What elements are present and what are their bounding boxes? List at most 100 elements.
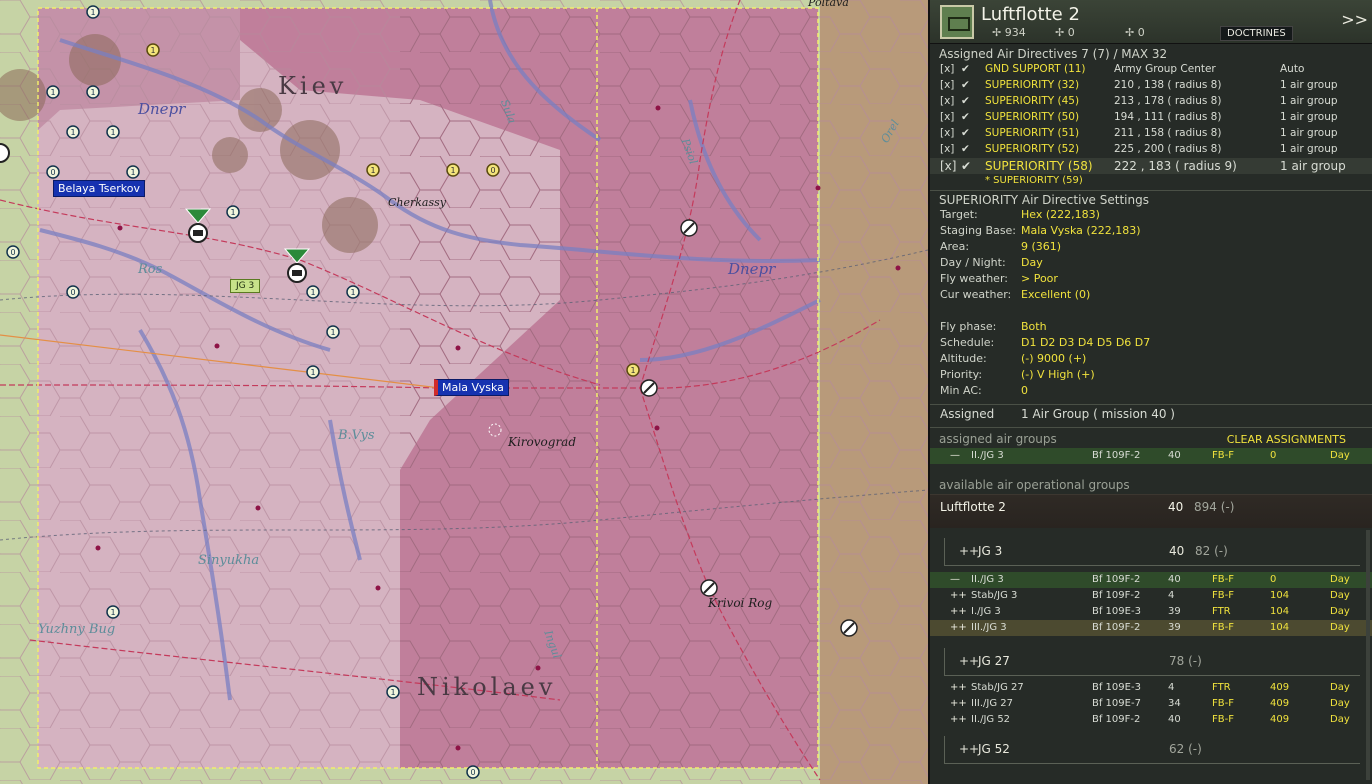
setting-value[interactable]: D1 D2 D3 D4 D5 D6 D7 bbox=[1021, 336, 1150, 349]
expand-toggle[interactable]: — bbox=[950, 574, 960, 585]
city-tag-belaya-tserkov[interactable]: Belaya Tserkov bbox=[53, 180, 145, 197]
hex-map[interactable]: 1 1 1 1 1 1 0 1 1 1 0 1 0 0 1 1 1 1 1 1 bbox=[0, 0, 928, 784]
setting-value[interactable]: Hex (222,183) bbox=[1021, 208, 1100, 221]
setting-value[interactable]: > Poor bbox=[1021, 272, 1058, 285]
setting-value[interactable]: Both bbox=[1021, 320, 1047, 333]
jg27-expand[interactable]: ++ bbox=[959, 654, 979, 668]
svg-text:1: 1 bbox=[630, 366, 635, 375]
setting-value[interactable]: Day bbox=[1021, 256, 1043, 269]
city-tag-mala-vyska[interactable]: Mala Vyska bbox=[434, 379, 509, 396]
directive-row[interactable]: [x] ✔ SUPERIORITY (50) 194 , 111 ( radius 8… bbox=[930, 110, 1372, 126]
setting-value[interactable]: (-) V High (+) bbox=[1021, 368, 1095, 381]
checkmark-icon[interactable]: ✔ bbox=[961, 111, 970, 123]
directive-name[interactable]: SUPERIORITY (45) bbox=[985, 95, 1079, 107]
checkmark-icon[interactable]: ✔ bbox=[961, 143, 970, 155]
luftflotte-row[interactable]: Luftflotte 2 40 894 (-) bbox=[930, 494, 1372, 528]
clear-assignments-button[interactable]: CLEAR ASSIGNMENTS bbox=[1227, 433, 1346, 446]
setting-label: Schedule: bbox=[940, 336, 995, 349]
group-name: Stab/JG 3 bbox=[971, 590, 1018, 601]
group-value: 409 bbox=[1270, 682, 1290, 693]
directive-partial-row[interactable]: * SUPERIORITY (59) bbox=[930, 174, 1372, 186]
svg-text:1: 1 bbox=[370, 166, 375, 175]
expand-toggle[interactable]: ++ bbox=[950, 606, 967, 617]
directive-row[interactable]: [x] ✔ GND SUPPORT (11) Army Group Center Aut… bbox=[930, 62, 1372, 78]
directive-row[interactable]: [x] ✔ SUPERIORITY (51) 211 , 158 ( radius 8… bbox=[930, 126, 1372, 142]
air-command-panel: Luftflotte 2 ✢ 934 ✢ 0 ✢ 0 DOCTRINES >> … bbox=[928, 0, 1372, 784]
air-unit-icon[interactable] bbox=[940, 5, 974, 39]
directive-partial[interactable]: * SUPERIORITY (59) bbox=[985, 175, 1083, 186]
checkmark-icon[interactable]: ✔ bbox=[961, 79, 970, 91]
svg-text:1: 1 bbox=[390, 688, 395, 697]
directive-name[interactable]: SUPERIORITY (52) bbox=[985, 143, 1079, 155]
jg3-header[interactable]: ++ JG 3 40 82 (-) bbox=[944, 538, 1360, 566]
directive-checkbox[interactable]: [x] bbox=[940, 111, 954, 123]
expand-toggle[interactable]: — bbox=[950, 450, 960, 461]
jg52-header[interactable]: ++ JG 52 62 (-) bbox=[944, 736, 1360, 764]
setting-value[interactable]: 0 bbox=[1021, 384, 1028, 397]
air-group-row[interactable]: ++ II./JG 52 Bf 109F-2 40 FB-F 409 Day bbox=[930, 712, 1372, 728]
expand-toggle[interactable]: ++ bbox=[950, 714, 967, 725]
aircraft-count: 40 bbox=[1168, 574, 1181, 585]
divider bbox=[930, 427, 1372, 428]
group-value: 409 bbox=[1270, 698, 1290, 709]
jg3-expand[interactable]: ++ bbox=[959, 544, 979, 558]
panel-scrollbar[interactable] bbox=[1366, 530, 1370, 780]
setting-value[interactable]: Mala Vyska (222,183) bbox=[1021, 224, 1140, 237]
air-group-row[interactable]: ++ I./JG 3 Bf 109E-3 39 FTR 104 Day bbox=[930, 604, 1372, 620]
directive-checkbox[interactable]: [x] bbox=[940, 143, 954, 155]
mission-role: FB-F bbox=[1212, 450, 1234, 461]
setting-value[interactable]: 9 (361) bbox=[1021, 240, 1061, 253]
expand-toggle[interactable]: ++ bbox=[950, 590, 967, 601]
directive-checkbox[interactable]: [x] bbox=[940, 79, 954, 91]
directive-row[interactable]: [x] ✔ SUPERIORITY (58) 222 , 183 ( radius 9… bbox=[930, 158, 1372, 174]
mission-role: FB-F bbox=[1212, 698, 1234, 709]
doctrines-button[interactable]: DOCTRINES bbox=[1220, 26, 1293, 41]
air-group-row[interactable]: ++ Stab/JG 27 Bf 109E-3 4 FTR 409 Day bbox=[930, 680, 1372, 696]
assigned-groups-header: assigned air groups CLEAR ASSIGNMENTS bbox=[930, 430, 1372, 448]
jg52-expand[interactable]: ++ bbox=[959, 742, 979, 756]
jg3-groups-list: — II./JG 3 Bf 109F-2 40 FB-F 0 Day ++ Stab/JG 3 B… bbox=[930, 572, 1372, 636]
directive-name[interactable]: SUPERIORITY (51) bbox=[985, 127, 1079, 139]
directive-checkbox[interactable]: [x] bbox=[940, 159, 956, 173]
air-group-row[interactable]: — II./JG 3 Bf 109F-2 40 FB-F 0 Day bbox=[930, 572, 1372, 588]
expand-toggle[interactable]: ++ bbox=[950, 682, 967, 693]
stat-reserve-value: 0 bbox=[1137, 26, 1145, 39]
directive-row[interactable]: [x] ✔ SUPERIORITY (45) 213 , 178 ( radius 8… bbox=[930, 94, 1372, 110]
air-group-row[interactable]: ++ Stab/JG 3 Bf 109F-2 4 FB-F 104 Day bbox=[930, 588, 1372, 604]
directive-checkbox[interactable]: [x] bbox=[940, 127, 954, 139]
assigned-label: Assigned bbox=[940, 407, 995, 421]
checkmark-icon[interactable]: ✔ bbox=[961, 127, 970, 139]
svg-text:1: 1 bbox=[330, 328, 335, 337]
air-group-row[interactable]: ++ III./JG 27 Bf 109E-7 34 FB-F 409 Day bbox=[930, 696, 1372, 712]
group-value: 104 bbox=[1270, 606, 1290, 617]
checkmark-icon[interactable]: ✔ bbox=[961, 159, 971, 173]
setting-value[interactable]: Excellent (0) bbox=[1021, 288, 1090, 301]
directive-checkbox[interactable]: [x] bbox=[940, 95, 954, 107]
setting-label: Cur weather: bbox=[940, 288, 1012, 301]
checkmark-icon[interactable]: ✔ bbox=[961, 95, 970, 107]
directive-name[interactable]: SUPERIORITY (50) bbox=[985, 111, 1079, 123]
expand-toggle[interactable]: ++ bbox=[950, 622, 967, 633]
jg52-name: JG 52 bbox=[978, 742, 1010, 756]
unit-tag-jg3[interactable]: JG 3 bbox=[230, 279, 261, 293]
expand-toggle[interactable]: ++ bbox=[950, 698, 967, 709]
directive-name[interactable]: SUPERIORITY (32) bbox=[985, 79, 1079, 91]
svg-text:1: 1 bbox=[70, 128, 75, 137]
aircraft-count: 39 bbox=[1168, 622, 1181, 633]
directive-target: 194 , 111 ( radius 8) bbox=[1114, 111, 1222, 123]
setting-label: Target: bbox=[940, 208, 978, 221]
jg27-header[interactable]: ++ JG 27 78 (-) bbox=[944, 648, 1360, 676]
panel-title: Luftflotte 2 bbox=[981, 4, 1080, 25]
directive-row[interactable]: [x] ✔ SUPERIORITY (52) 225 , 200 ( radius 8… bbox=[930, 142, 1372, 158]
directive-name[interactable]: SUPERIORITY (58) bbox=[985, 159, 1093, 173]
expand-button[interactable]: >> bbox=[1341, 10, 1368, 29]
setting-value[interactable]: (-) 9000 (+) bbox=[1021, 352, 1086, 365]
checkmark-icon[interactable]: ✔ bbox=[961, 63, 970, 75]
air-group-row[interactable]: ++ III./JG 3 Bf 109F-2 39 FB-F 104 Day bbox=[930, 620, 1372, 636]
air-group-row[interactable]: — II./JG 3 Bf 109F-2 40 FB-F 0 Day bbox=[930, 448, 1372, 464]
directive-row[interactable]: [x] ✔ SUPERIORITY (32) 210 , 138 ( radius 8… bbox=[930, 78, 1372, 94]
stat-damaged: ✢ 0 bbox=[1055, 26, 1075, 39]
group-value: 104 bbox=[1270, 622, 1290, 633]
directive-checkbox[interactable]: [x] bbox=[940, 63, 954, 75]
directive-name[interactable]: GND SUPPORT (11) bbox=[985, 63, 1086, 75]
